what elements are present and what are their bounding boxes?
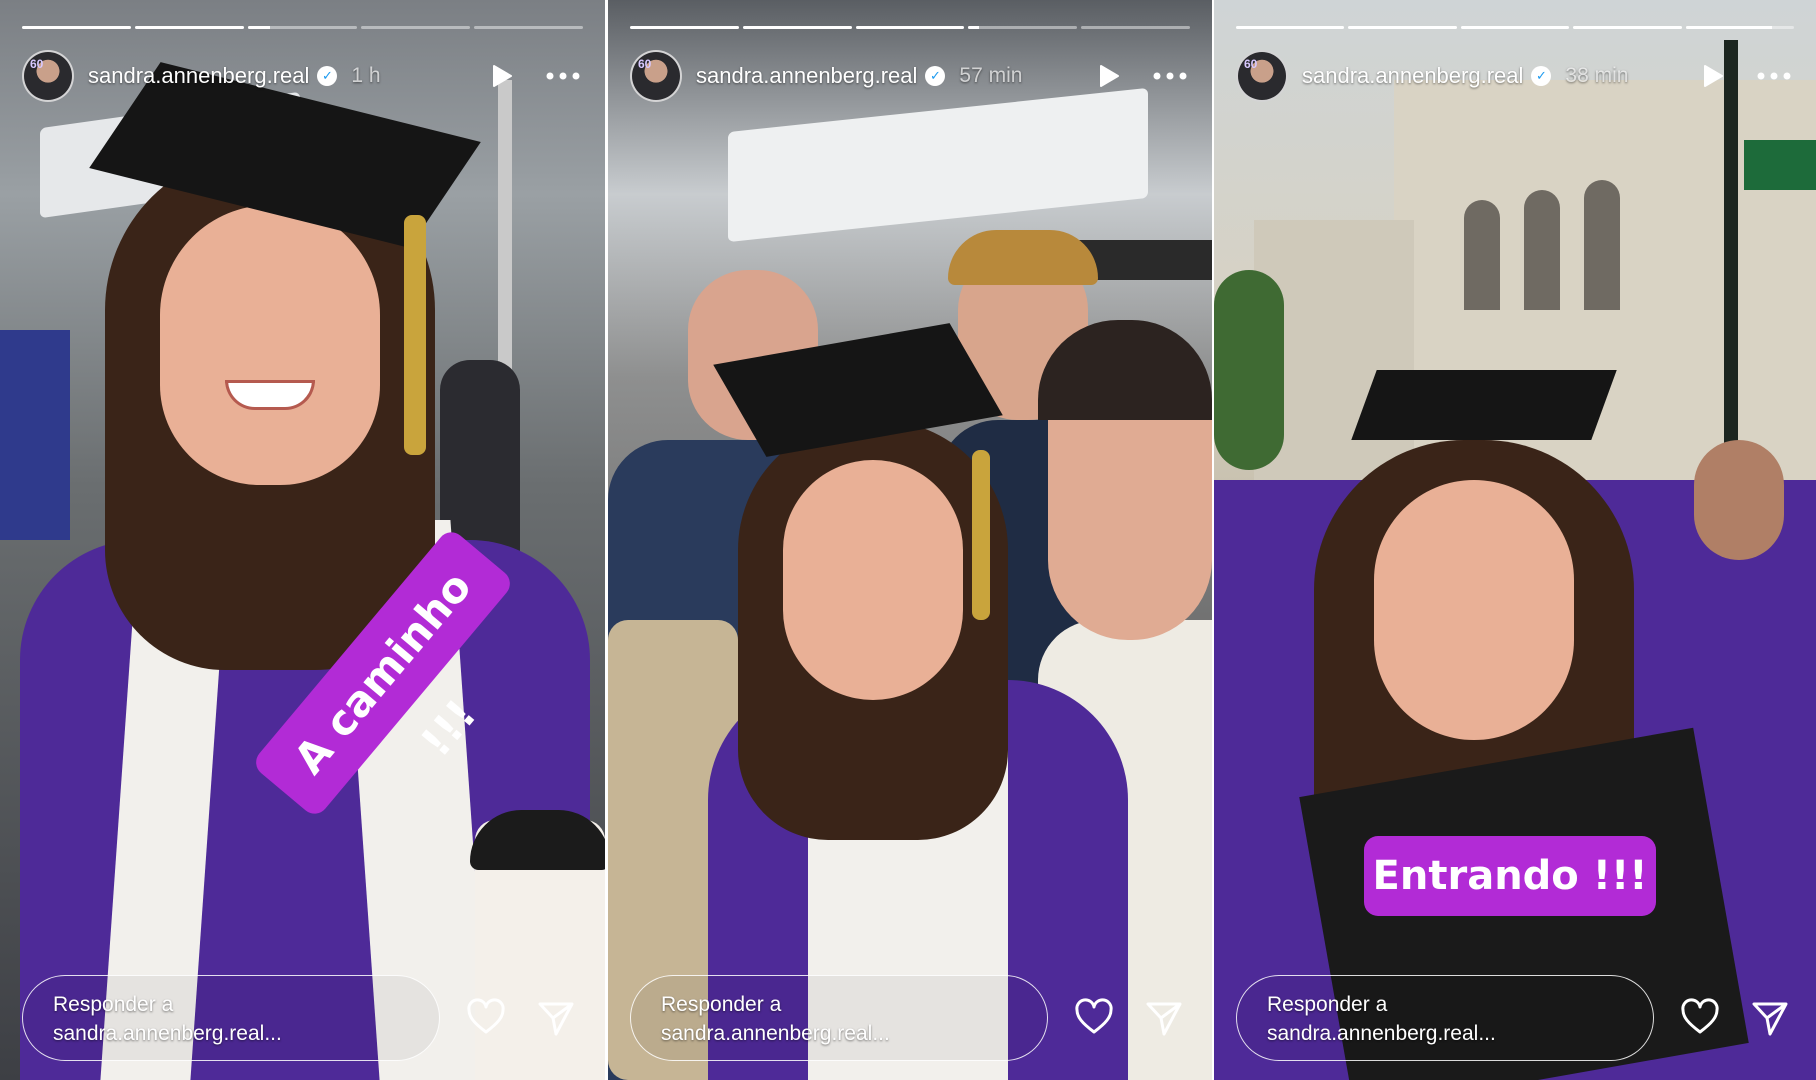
verified-badge-icon: ✓ <box>1531 66 1552 86</box>
face <box>783 460 963 700</box>
coffee-lid <box>470 810 605 870</box>
tassel <box>972 450 990 620</box>
cap <box>948 230 1098 285</box>
verified-badge-icon: ✓ <box>317 66 338 86</box>
story-panel-1[interactable]: 60 sandra.annenberg.real ✓ 1 h A caminho… <box>0 0 605 1080</box>
story-header: 60 sandra.annenberg.real ✓ 57 min <box>630 48 1190 104</box>
face <box>1374 480 1574 740</box>
stadium-arch <box>1584 180 1620 310</box>
post-time: 1 h <box>351 64 381 87</box>
progress-segment <box>135 26 244 29</box>
send-icon[interactable] <box>536 998 576 1038</box>
more-icon[interactable] <box>1754 61 1794 91</box>
play-icon[interactable] <box>487 61 517 91</box>
story-footer: Responder a sandra.annenberg.real... <box>22 974 583 1062</box>
post-time: 57 min <box>959 64 1023 87</box>
heart-icon[interactable] <box>1680 998 1720 1038</box>
reply-placeholder-line2: sandra.annenberg.real... <box>1267 1022 1496 1045</box>
reply-input[interactable]: Responder a sandra.annenberg.real... <box>630 975 1048 1061</box>
reply-input[interactable]: Responder a sandra.annenberg.real... <box>1236 975 1654 1061</box>
story-progress <box>1236 26 1795 29</box>
subway-ad <box>0 330 70 540</box>
story-header: 60 sandra.annenberg.real ✓ 1 h <box>22 48 583 104</box>
reply-input[interactable]: Responder a sandra.annenberg.real... <box>22 975 440 1061</box>
progress-segment <box>1685 26 1795 29</box>
story-photo <box>0 0 605 1080</box>
more-icon[interactable] <box>543 61 583 91</box>
reply-placeholder-line1: Responder a <box>661 993 782 1016</box>
graduation-cap <box>1351 370 1617 440</box>
face <box>160 205 380 485</box>
verified-badge-icon: ✓ <box>925 66 946 86</box>
progress-segment <box>742 26 852 29</box>
avatar[interactable]: 60 <box>1236 50 1288 102</box>
reply-placeholder-line1: Responder a <box>1267 993 1388 1016</box>
story-footer: Responder a sandra.annenberg.real... <box>1236 974 1794 1062</box>
reply-placeholder-line2: sandra.annenberg.real... <box>661 1022 890 1045</box>
heart-icon[interactable] <box>1074 998 1114 1038</box>
stadium-arch <box>1524 190 1560 310</box>
stadium-arch <box>1464 200 1500 310</box>
play-icon[interactable] <box>1094 61 1124 91</box>
ceiling-light <box>728 87 1148 243</box>
story-photo <box>608 0 1212 1080</box>
progress-segment <box>1348 26 1457 29</box>
play-icon[interactable] <box>1698 61 1728 91</box>
tree <box>1214 270 1284 470</box>
send-icon[interactable] <box>1144 998 1184 1038</box>
reply-placeholder-line2: sandra.annenberg.real... <box>53 1022 282 1045</box>
more-icon[interactable] <box>1150 61 1190 91</box>
username[interactable]: sandra.annenberg.real <box>88 63 309 89</box>
tassel <box>404 215 426 455</box>
story-panel-3[interactable]: 60 sandra.annenberg.real ✓ 38 min Entran… <box>1214 0 1816 1080</box>
post-time: 38 min <box>1565 64 1629 87</box>
progress-segment <box>248 26 357 29</box>
story-sticker: Entrando !!! <box>1364 836 1656 916</box>
username[interactable]: sandra.annenberg.real <box>696 63 917 89</box>
progress-segment <box>361 26 470 29</box>
username[interactable]: sandra.annenberg.real <box>1302 63 1523 89</box>
progress-segment <box>855 26 965 29</box>
street-sign <box>1744 140 1816 190</box>
progress-segment <box>1081 26 1190 29</box>
story-footer: Responder a sandra.annenberg.real... <box>630 974 1190 1062</box>
story-panel-2[interactable]: 60 sandra.annenberg.real ✓ 57 min Respon… <box>608 0 1212 1080</box>
avatar[interactable]: 60 <box>630 50 682 102</box>
avatar[interactable]: 60 <box>22 50 74 102</box>
progress-segment <box>1236 26 1345 29</box>
progress-segment <box>22 26 131 29</box>
story-photo <box>1214 0 1816 1080</box>
progress-segment <box>474 26 583 29</box>
story-progress <box>630 26 1190 29</box>
send-icon[interactable] <box>1750 998 1790 1038</box>
story-progress <box>22 26 583 29</box>
reply-placeholder-line1: Responder a <box>53 993 174 1016</box>
story-header: 60 sandra.annenberg.real ✓ 38 min <box>1236 48 1794 104</box>
progress-segment <box>968 26 1078 29</box>
face <box>1694 440 1784 560</box>
progress-segment <box>630 26 739 29</box>
progress-segment <box>1573 26 1682 29</box>
heart-icon[interactable] <box>466 998 506 1038</box>
progress-segment <box>1460 26 1570 29</box>
